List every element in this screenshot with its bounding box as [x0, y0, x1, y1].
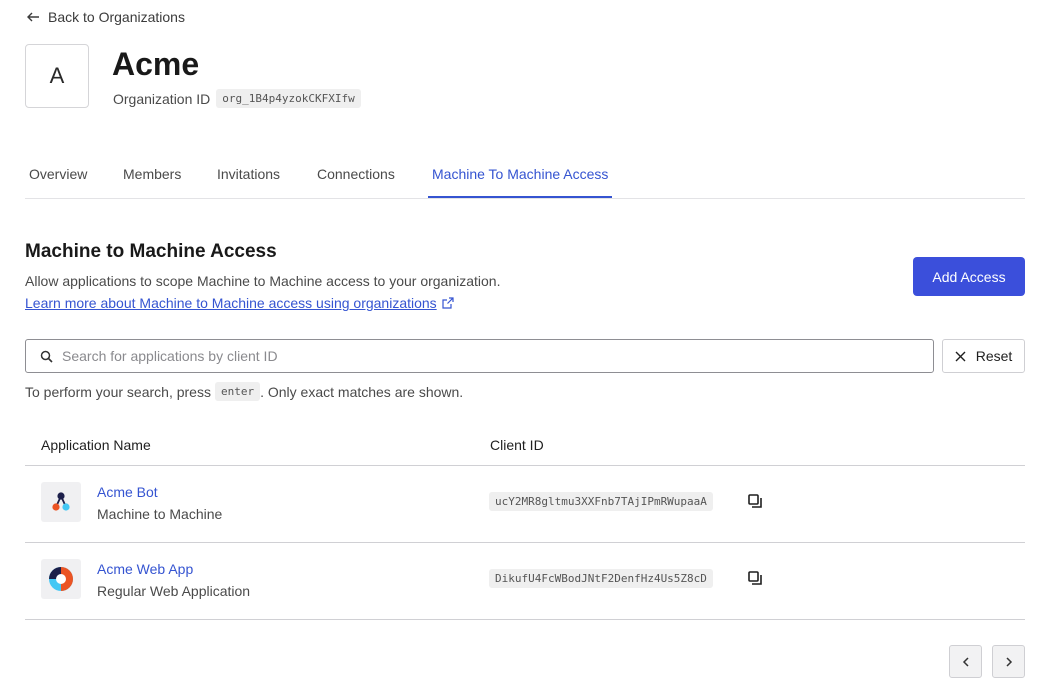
copy-icon[interactable] [747, 570, 763, 586]
next-page-button[interactable] [992, 645, 1025, 678]
app-name-link[interactable]: Acme Bot [97, 484, 158, 500]
tab-invitations[interactable]: Invitations [213, 158, 284, 198]
tab-connections[interactable]: Connections [313, 158, 399, 198]
section-title: Machine to Machine Access [25, 241, 277, 262]
enter-key-badge: enter [214, 382, 261, 401]
org-tabs: Overview Members Invitations Connections… [25, 158, 1025, 199]
hint-after: . Only exact matches are shown. [260, 383, 464, 400]
search-box [25, 339, 934, 373]
org-id-row: Organization ID org_1B4p4yzokCKFXIfw [113, 89, 361, 108]
machine-to-machine-app-icon [41, 482, 81, 522]
previous-page-button[interactable] [949, 645, 982, 678]
add-access-button[interactable]: Add Access [913, 257, 1025, 296]
chevron-right-icon [1005, 656, 1012, 667]
client-id-value: ucY2MR8gltmu3XXFnb7TAjIPmRWupaaA [489, 492, 713, 511]
org-id-label: Organization ID [113, 90, 211, 107]
chevron-left-icon [962, 656, 969, 667]
learn-more-label: Learn more about Machine to Machine acce… [25, 295, 437, 311]
tab-members[interactable]: Members [119, 158, 185, 198]
table-row: Acme Web App Regular Web Application Dik… [25, 543, 1025, 620]
reset-button[interactable]: Reset [942, 339, 1025, 373]
section-description: Allow applications to scope Machine to M… [25, 273, 501, 289]
client-id-value: DikufU4FcWBodJNtF2DenfHz4Us5Z8cD [489, 569, 713, 588]
column-application-name: Application Name [41, 437, 151, 453]
tab-machine-to-machine-access[interactable]: Machine To Machine Access [428, 158, 613, 198]
external-link-icon [442, 297, 454, 309]
regular-web-app-icon [41, 559, 81, 599]
search-icon [40, 350, 53, 363]
arrow-left-icon [27, 12, 39, 22]
app-type: Regular Web Application [97, 583, 251, 599]
org-id-value: org_1B4p4yzokCKFXIfw [216, 89, 361, 108]
learn-more-link[interactable]: Learn more about Machine to Machine acce… [25, 295, 454, 311]
org-avatar: A [25, 44, 89, 108]
tab-overview[interactable]: Overview [25, 158, 91, 198]
column-client-id: Client ID [490, 437, 544, 453]
table-header: Application Name Client ID [25, 427, 1025, 466]
close-icon [955, 351, 966, 361]
hint-before: To perform your search, press [25, 383, 211, 400]
app-type: Machine to Machine [97, 506, 223, 522]
table-row: Acme Bot Machine to Machine ucY2MR8gltmu… [25, 466, 1025, 543]
org-name: Acme [112, 46, 200, 82]
search-input[interactable] [62, 348, 933, 364]
reset-label: Reset [975, 348, 1013, 364]
back-label: Back to Organizations [48, 9, 185, 25]
search-hint: To perform your search, press enter . On… [25, 382, 463, 401]
copy-icon[interactable] [747, 493, 763, 509]
back-to-organizations-link[interactable]: Back to Organizations [26, 8, 185, 26]
org-initial: A [49, 63, 65, 88]
app-name-link[interactable]: Acme Web App [97, 561, 193, 577]
